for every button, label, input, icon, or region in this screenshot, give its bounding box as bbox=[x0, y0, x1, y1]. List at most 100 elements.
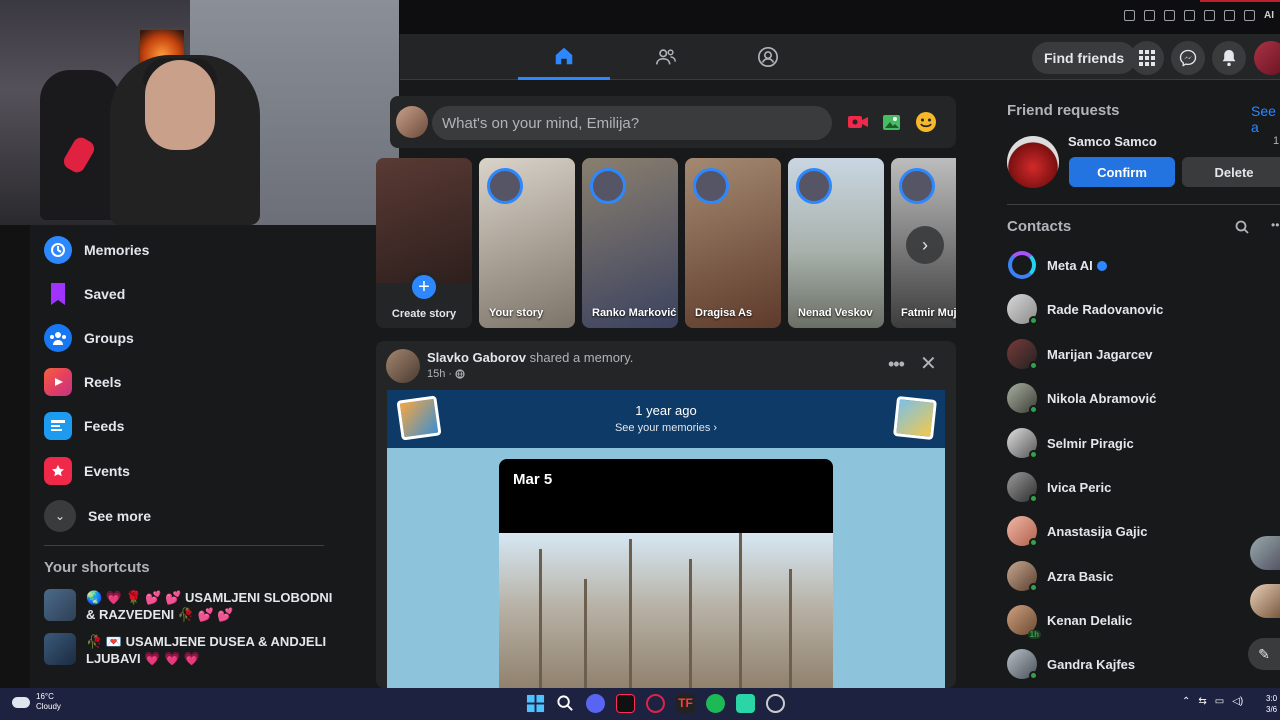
clock-date: 3/6 bbox=[1266, 705, 1278, 714]
post-time[interactable]: 15h · bbox=[427, 368, 452, 380]
see-more-button[interactable]: ⌄ See more bbox=[44, 496, 151, 536]
chatgpt-icon[interactable] bbox=[766, 694, 785, 713]
app-tf-icon[interactable]: TF bbox=[676, 694, 695, 713]
photo-video-button[interactable] bbox=[880, 110, 904, 134]
spotify-icon[interactable] bbox=[706, 694, 725, 713]
see-more-label: See more bbox=[88, 508, 152, 524]
ai-extension-button[interactable]: AI bbox=[1264, 10, 1274, 21]
tab-home[interactable] bbox=[518, 34, 610, 80]
delete-button[interactable]: Delete bbox=[1182, 157, 1280, 187]
temperature: 16°C bbox=[36, 692, 54, 701]
shortcut-item[interactable]: 🌏 💗 🌹 💕 💕 USAMLJENI SLOBODNI & RAZVEDENI… bbox=[44, 589, 334, 623]
sidebar-item-label: Groups bbox=[84, 330, 134, 346]
contact-item[interactable]: Marijan Jagarcev bbox=[1007, 336, 1153, 372]
sidebar-item-label: Saved bbox=[84, 286, 126, 302]
menu-button[interactable] bbox=[1130, 41, 1164, 75]
more-options-icon[interactable]: ••• bbox=[888, 354, 905, 375]
post-author-name[interactable]: Slavko Gaborov bbox=[427, 350, 526, 365]
online-status-icon bbox=[1029, 450, 1038, 459]
create-story-card[interactable]: + Create story bbox=[376, 158, 472, 328]
windows-start-icon[interactable] bbox=[526, 694, 545, 713]
contact-name: Azra Basic bbox=[1047, 568, 1114, 584]
tree bbox=[739, 533, 742, 688]
sidebar-item-events[interactable]: Events bbox=[44, 451, 130, 491]
find-friends-button[interactable]: Find friends bbox=[1032, 42, 1137, 74]
story-avatar bbox=[899, 168, 935, 204]
sidebar-item-groups[interactable]: Groups bbox=[44, 318, 134, 358]
search-icon[interactable] bbox=[1235, 220, 1249, 234]
contacts-title: Contacts bbox=[1007, 218, 1072, 235]
zoom-icon[interactable] bbox=[1124, 10, 1135, 21]
contact-item[interactable]: 1h Kenan Delalic bbox=[1007, 602, 1132, 639]
sidebar-item-memories[interactable]: Memories bbox=[44, 230, 149, 270]
shortcut-item[interactable]: 🥀 💌 USAMLJENE DUSEA & ANDJELI LJUBAVI 💗 … bbox=[44, 633, 334, 667]
search-icon[interactable] bbox=[556, 694, 575, 713]
story-avatar bbox=[796, 168, 832, 204]
dog-sticker-icon bbox=[893, 396, 937, 440]
new-message-button[interactable]: ✎ bbox=[1248, 638, 1280, 670]
volume-icon[interactable]: ◁) bbox=[1232, 696, 1243, 707]
story-card[interactable]: Dragisa As bbox=[685, 158, 781, 328]
network-icon[interactable]: ⇆ bbox=[1198, 696, 1206, 707]
download-icon[interactable] bbox=[1244, 10, 1255, 21]
sidebar-item-reels[interactable]: Reels bbox=[44, 362, 121, 402]
sidebar-item-feeds[interactable]: Feeds bbox=[44, 406, 124, 446]
post-author-avatar[interactable] bbox=[386, 349, 420, 383]
system-tray: ⌃ ⇆ ▭ ◁) bbox=[1182, 696, 1243, 707]
composer-input[interactable]: What's on your mind, Emilija? bbox=[432, 106, 832, 140]
story-name: Nenad Veskov bbox=[798, 307, 873, 319]
chat-head[interactable] bbox=[1250, 584, 1280, 618]
contact-item[interactable]: Anastasija Gajic bbox=[1007, 513, 1147, 549]
sidebar-item-label: Feeds bbox=[84, 418, 125, 434]
contacts-options-icon[interactable]: •• bbox=[1271, 218, 1279, 232]
memory-photo bbox=[499, 533, 833, 688]
opera-icon[interactable] bbox=[646, 694, 665, 713]
chat-head[interactable] bbox=[1250, 536, 1280, 570]
pin-icon[interactable] bbox=[1144, 10, 1155, 21]
system-clock[interactable]: 3:0 3/6 bbox=[1266, 693, 1277, 715]
app-icon[interactable] bbox=[736, 694, 755, 713]
contact-avatar bbox=[1007, 428, 1038, 459]
contact-item[interactable]: Selmir Piragic bbox=[1007, 425, 1134, 461]
close-icon[interactable]: ✕ bbox=[920, 351, 937, 376]
window-icon[interactable] bbox=[1164, 10, 1175, 21]
see-all-link[interactable]: See a bbox=[1251, 103, 1280, 135]
heart-icon[interactable] bbox=[1204, 10, 1215, 21]
live-video-button[interactable] bbox=[846, 110, 870, 134]
story-card[interactable]: Ranko Marković bbox=[582, 158, 678, 328]
notifications-button[interactable] bbox=[1212, 41, 1246, 75]
tab-friends[interactable] bbox=[620, 34, 712, 80]
tiktok-icon[interactable] bbox=[616, 694, 635, 713]
stories-next-button[interactable]: › bbox=[906, 226, 944, 264]
contact-item[interactable]: Rade Radovanovic bbox=[1007, 291, 1163, 327]
monitor-icon[interactable]: ▭ bbox=[1215, 696, 1224, 707]
tree bbox=[789, 569, 792, 688]
profile-icon[interactable] bbox=[1224, 10, 1235, 21]
see-memories-link[interactable]: See your memories › bbox=[387, 422, 945, 434]
feeling-button[interactable] bbox=[914, 110, 938, 134]
discord-icon[interactable] bbox=[586, 694, 605, 713]
friend-request-avatar[interactable] bbox=[1007, 136, 1059, 188]
play-icon[interactable] bbox=[1184, 10, 1195, 21]
memory-card[interactable]: Mar 5 bbox=[499, 459, 833, 688]
story-card[interactable]: Your story bbox=[479, 158, 575, 328]
contact-item[interactable]: Meta AI bbox=[1007, 247, 1107, 283]
story-card[interactable]: Nenad Veskov bbox=[788, 158, 884, 328]
weather-widget[interactable]: 16°C Cloudy bbox=[12, 692, 61, 712]
contact-item[interactable]: Ivica Peric bbox=[1007, 469, 1111, 505]
tab-groups[interactable] bbox=[722, 34, 814, 80]
messenger-button[interactable] bbox=[1171, 41, 1205, 75]
contact-name: Selmir Piragic bbox=[1047, 435, 1134, 451]
confirm-button[interactable]: Confirm bbox=[1069, 157, 1175, 187]
tree bbox=[539, 549, 542, 688]
sidebar-item-saved[interactable]: Saved bbox=[44, 274, 125, 314]
friend-request-name[interactable]: Samco Samco bbox=[1068, 134, 1157, 149]
contact-item[interactable]: Nikola Abramović bbox=[1007, 380, 1156, 416]
contact-item[interactable]: Azra Basic bbox=[1007, 558, 1113, 594]
chevron-right-icon: › bbox=[922, 234, 928, 255]
create-story-label: Create story bbox=[391, 308, 457, 320]
contact-item[interactable]: Gandra Kajfes bbox=[1007, 646, 1135, 682]
taskbar-apps: TF bbox=[526, 694, 785, 713]
account-avatar[interactable] bbox=[1254, 41, 1280, 75]
chevron-up-icon[interactable]: ⌃ bbox=[1182, 696, 1190, 707]
